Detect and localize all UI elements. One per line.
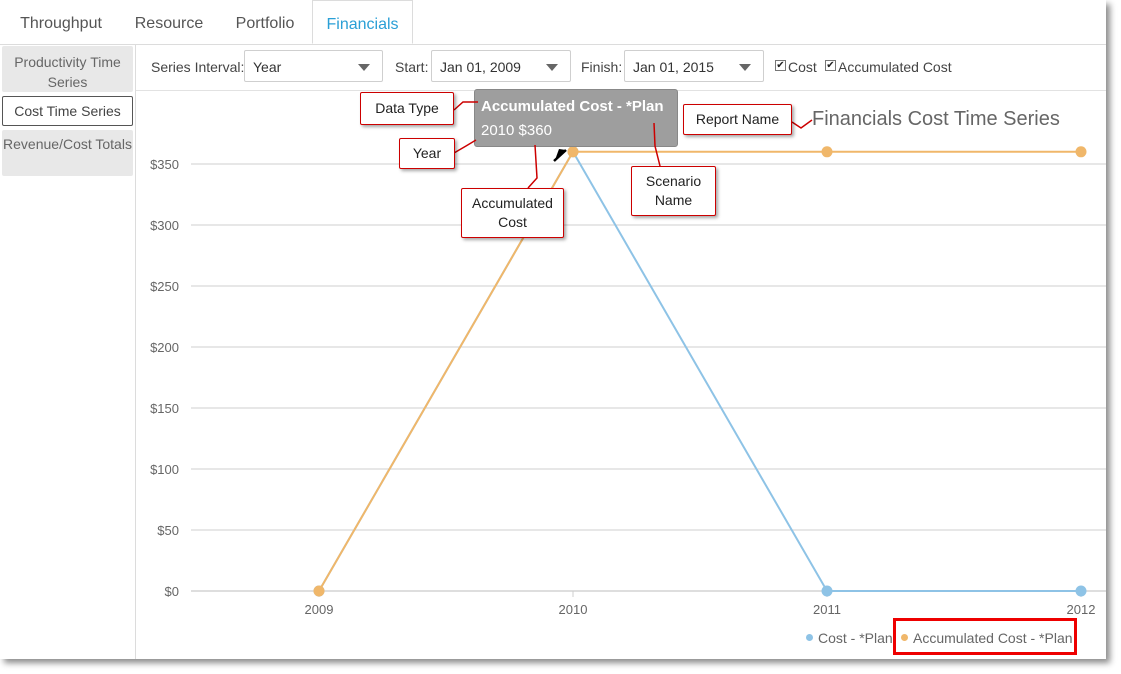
tab-throughput[interactable]: Throughput bbox=[6, 0, 116, 44]
x-tick-label: 2010 bbox=[559, 602, 588, 617]
x-tick-label: 2009 bbox=[305, 602, 334, 617]
chart-area: $0 $50 $100 $150 $200 $250 $300 $350 2009 2010 201… bbox=[136, 91, 1106, 659]
app-window: Throughput Resource Portfolio Financials… bbox=[0, 0, 1106, 659]
chart-tooltip: Accumulated Cost - *Plan 2010 $360 bbox=[474, 89, 678, 147]
y-tick-label: $350 bbox=[150, 157, 179, 172]
data-point-accumulated-cost bbox=[821, 146, 833, 158]
toolbar: Series Interval: Year Start: Jan 01, 200… bbox=[136, 44, 1106, 91]
legend-highlight-box bbox=[893, 618, 1077, 655]
y-tick-label: $300 bbox=[150, 218, 179, 233]
series-interval-select[interactable]: Year bbox=[244, 50, 383, 82]
sidebar-item-cost-time-series[interactable]: Cost Time Series bbox=[2, 96, 133, 126]
callout-scenario-name: Scenario Name bbox=[631, 166, 716, 216]
data-point-accumulated-cost bbox=[313, 585, 325, 597]
tab-financials[interactable]: Financials bbox=[312, 0, 413, 44]
y-tick-label: $150 bbox=[150, 401, 179, 416]
sidebar-item-revenue-cost-totals[interactable]: Revenue/Cost Totals bbox=[2, 130, 133, 176]
legend-cost[interactable]: Cost - *Plan bbox=[818, 630, 893, 646]
start-date-select[interactable]: Jan 01, 2009 bbox=[431, 50, 571, 82]
tab-resource[interactable]: Resource bbox=[124, 0, 214, 44]
chevron-down-icon bbox=[546, 64, 558, 71]
chevron-down-icon bbox=[739, 64, 751, 71]
cost-checkbox[interactable]: ✔ bbox=[775, 60, 786, 71]
start-date-value: Jan 01, 2009 bbox=[440, 59, 521, 75]
accumulated-cost-checkbox[interactable]: ✔ bbox=[825, 60, 836, 71]
callout-data-type: Data Type bbox=[360, 92, 454, 125]
finish-date-select[interactable]: Jan 01, 2015 bbox=[624, 50, 764, 82]
tab-bar: Throughput Resource Portfolio Financials bbox=[0, 0, 1106, 45]
start-label: Start: bbox=[395, 59, 429, 75]
x-tick-label: 2012 bbox=[1067, 602, 1096, 617]
finish-label: Finish: bbox=[581, 59, 623, 75]
data-point-cost bbox=[1075, 585, 1087, 597]
x-tick-label: 2011 bbox=[813, 602, 841, 617]
y-tick-label: $50 bbox=[157, 523, 179, 538]
legend-cost-marker bbox=[806, 634, 813, 641]
y-tick-label: $250 bbox=[150, 279, 179, 294]
callout-accumulated-cost: Accumulated Cost bbox=[461, 188, 564, 238]
callout-year: Year bbox=[399, 138, 455, 169]
chevron-down-icon bbox=[358, 64, 370, 71]
finish-date-value: Jan 01, 2015 bbox=[633, 59, 714, 75]
sidebar-item-productivity-time-series[interactable]: Productivity Time Series bbox=[2, 46, 133, 92]
data-point-cost bbox=[821, 585, 833, 597]
series-line-cost bbox=[318, 149, 1081, 592]
data-point-accumulated-cost bbox=[567, 146, 579, 158]
tooltip-series-name: Accumulated Cost - *Plan bbox=[481, 98, 664, 115]
tooltip-value: 2010 $360 bbox=[481, 122, 552, 139]
cost-checkbox-label: Cost bbox=[788, 59, 817, 75]
callout-report-name: Report Name bbox=[683, 104, 792, 135]
y-tick-label: $100 bbox=[150, 462, 179, 477]
series-interval-label: Series Interval: bbox=[151, 59, 245, 75]
y-tick-label: $200 bbox=[150, 340, 179, 355]
sidebar: Productivity Time Series Cost Time Serie… bbox=[0, 44, 136, 659]
chart-title: Financials Cost Time Series bbox=[812, 108, 1060, 130]
series-interval-value: Year bbox=[253, 59, 282, 75]
data-point-accumulated-cost bbox=[1075, 146, 1087, 158]
accumulated-cost-checkbox-label: Accumulated Cost bbox=[838, 59, 952, 75]
y-tick-label: $0 bbox=[165, 584, 179, 599]
line-chart: $0 $50 $100 $150 $200 $250 $300 $350 2009 2010 201… bbox=[150, 146, 1106, 617]
tab-portfolio[interactable]: Portfolio bbox=[222, 0, 308, 44]
